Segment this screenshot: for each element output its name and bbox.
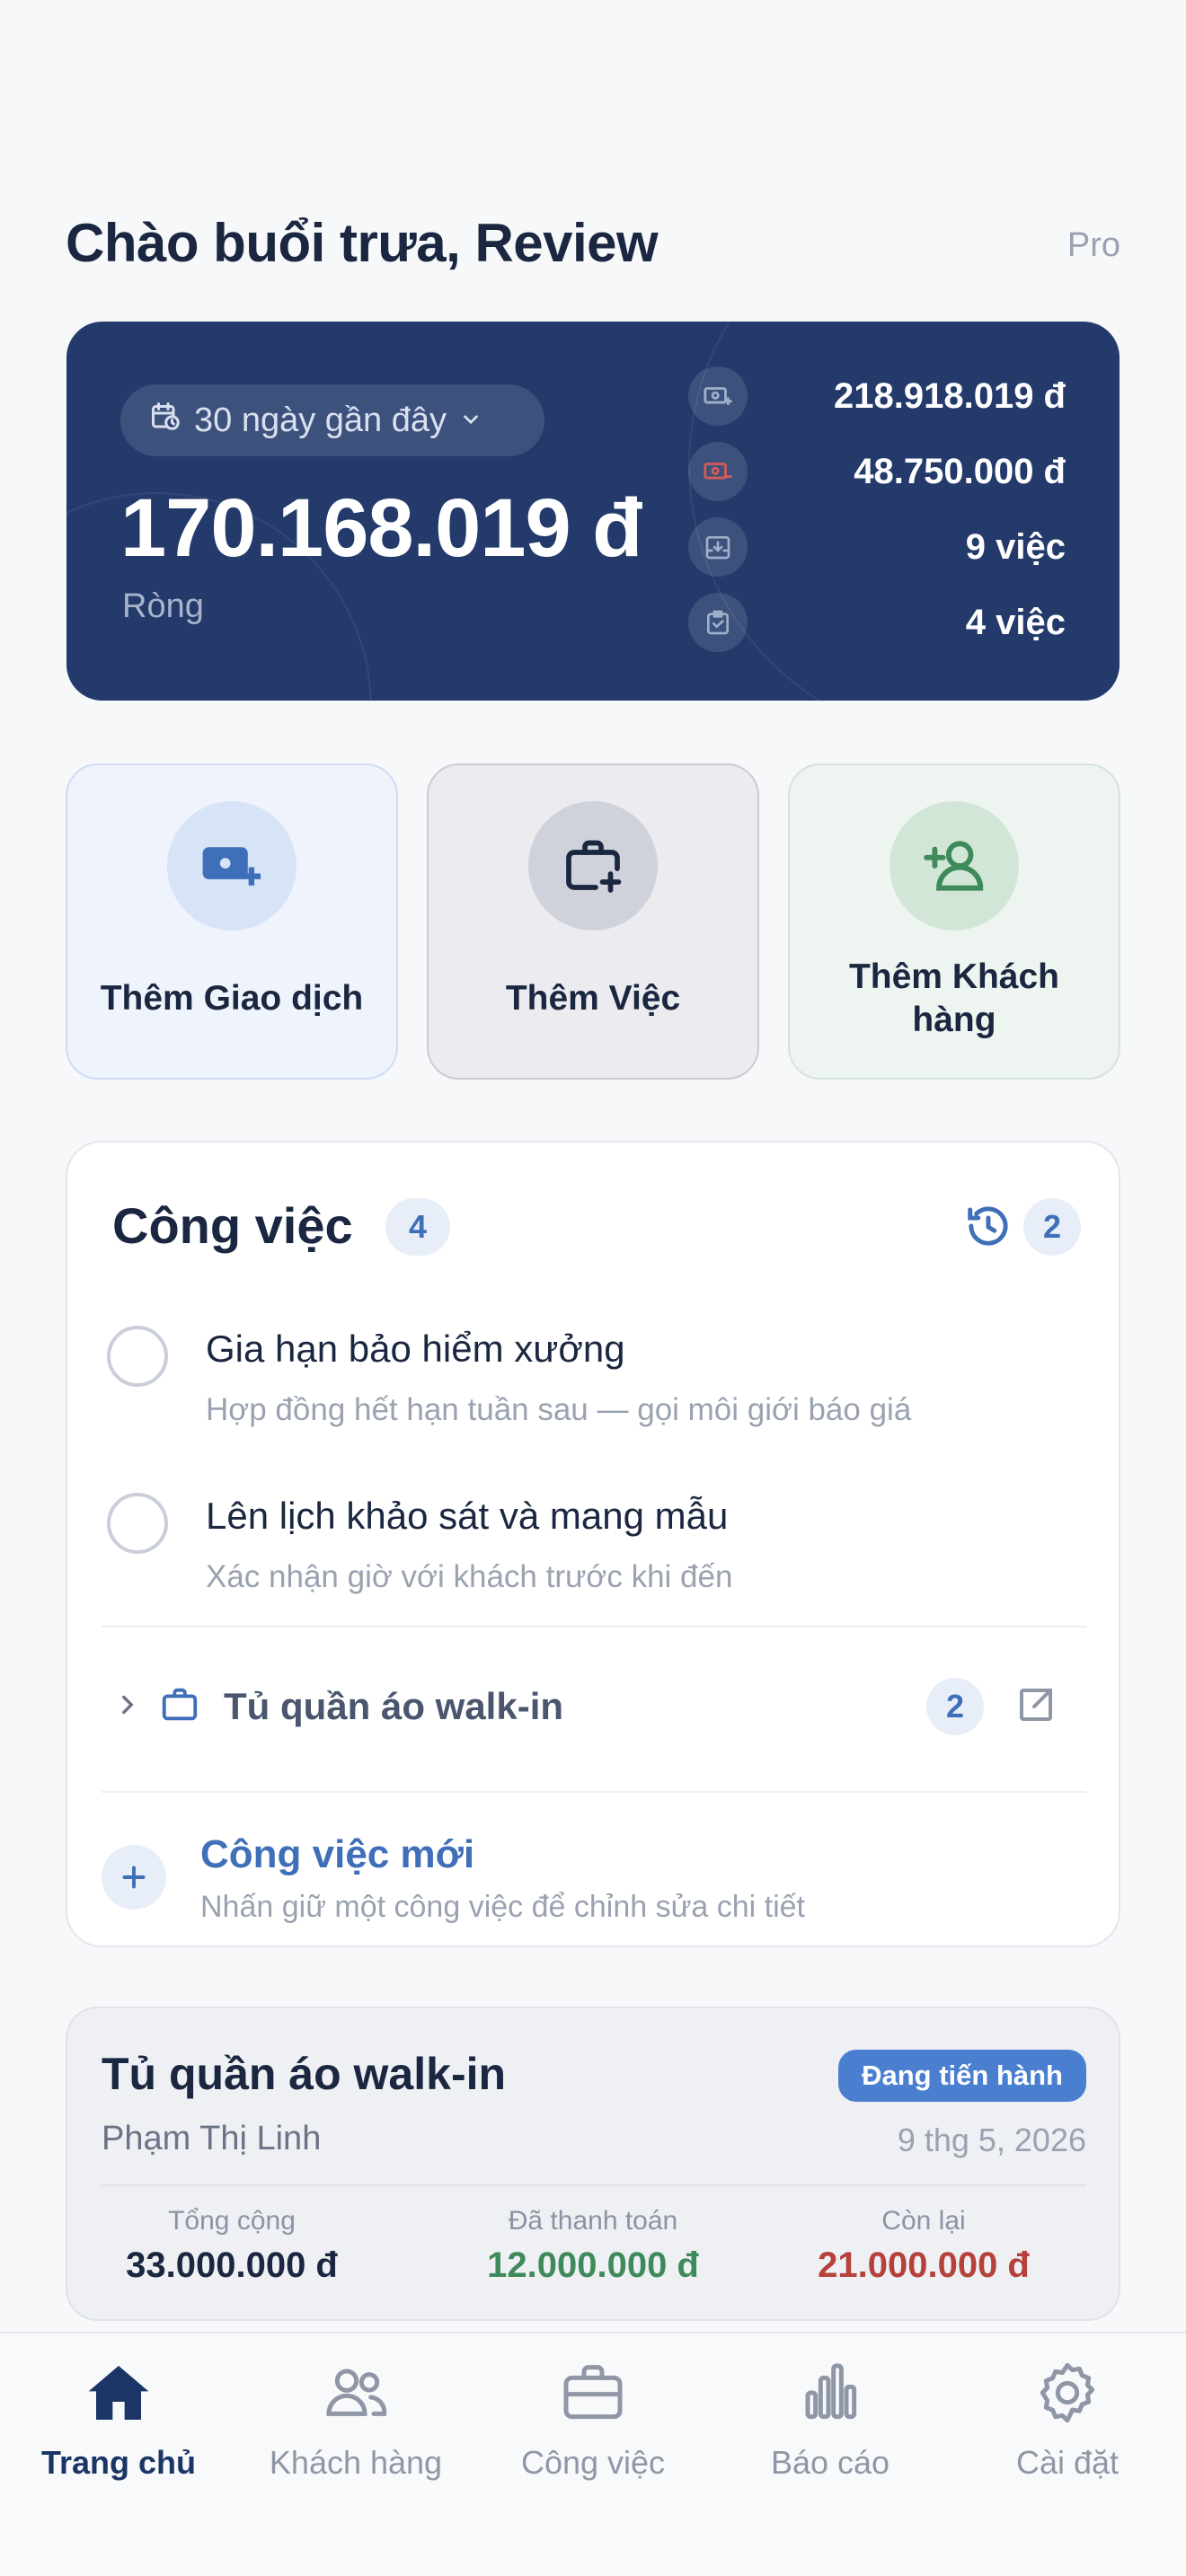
users-icon <box>320 2357 392 2433</box>
tab-settings[interactable]: Cài đặt <box>949 2357 1186 2482</box>
jobs-card: Công việc 4 2 Gia hạn bảo hiểm xưởng Hợp… <box>66 1141 1120 1947</box>
chevron-right-icon[interactable] <box>112 1689 143 1725</box>
tab-label: Trang chủ <box>40 2444 197 2481</box>
chevron-down-icon <box>459 401 495 440</box>
greeting-title: Chào buổi trưa, Review <box>66 213 659 273</box>
new-jobs-stat: 9 việc <box>688 516 1066 578</box>
money-out-icon <box>688 442 748 501</box>
paid-column: Đã thanh toán 12.000.000 đ <box>429 2206 757 2286</box>
divider <box>102 1791 1086 1793</box>
history-icon[interactable] <box>964 1202 1013 1255</box>
tab-label: Công việc <box>520 2444 666 2481</box>
bar-chart-icon <box>794 2357 866 2433</box>
jobs-title: Công việc <box>112 1197 353 1254</box>
jobs-count-badge: 4 <box>385 1198 450 1256</box>
history-count-badge: 2 <box>1023 1198 1081 1256</box>
calendar-clock-icon <box>149 400 194 441</box>
plus-icon <box>102 1845 166 1910</box>
add-transaction-label: Thêm Giao dịch <box>100 979 364 1018</box>
task-subtitle: Xác nhận giờ với khách trước khi đến <box>206 1559 733 1594</box>
inbox-download-icon <box>688 517 748 577</box>
plan-badge[interactable]: Pro <box>1067 226 1120 265</box>
tab-home[interactable]: Trang chủ <box>0 2357 237 2482</box>
divider <box>102 1626 1086 1628</box>
paid-value: 12.000.000 đ <box>487 2245 699 2285</box>
money-in-icon <box>688 366 748 426</box>
paid-label: Đã thanh toán <box>508 2206 678 2236</box>
briefcase-icon <box>159 1684 200 1730</box>
done-jobs-stat: 4 việc <box>688 591 1066 654</box>
remaining-value: 21.000.000 đ <box>818 2245 1030 2285</box>
task-subtitle: Hợp đồng hết hạn tuần sau — gọi môi giới… <box>206 1392 912 1427</box>
date-range-selector[interactable]: 30 ngày gần đây <box>120 384 544 456</box>
remaining-label: Còn lại <box>881 2206 966 2236</box>
total-value: 33.000.000 đ <box>126 2245 338 2285</box>
tab-label: Khách hàng <box>269 2444 443 2481</box>
date-range-label: 30 ngày gần đây <box>194 401 447 439</box>
task-checkbox[interactable] <box>107 1326 168 1387</box>
expense-value: 48.750.000 đ <box>854 451 1066 491</box>
divider <box>102 2184 1086 2186</box>
add-customer-button[interactable]: Thêm Khách hàng <box>788 763 1120 1080</box>
total-column: Tổng cộng 33.000.000 đ <box>67 2206 396 2286</box>
expense-stat: 48.750.000 đ <box>688 440 1066 503</box>
tab-label: Báo cáo <box>770 2444 890 2481</box>
new-jobs-value: 9 việc <box>965 526 1066 567</box>
briefcase-icon <box>557 2357 629 2433</box>
tab-label: Cài đặt <box>1015 2444 1120 2481</box>
tab-jobs[interactable]: Công việc <box>474 2357 712 2482</box>
add-money-icon <box>167 801 296 931</box>
add-transaction-button[interactable]: Thêm Giao dịch <box>66 763 398 1080</box>
project-client: Phạm Thị Linh <box>102 2120 322 2157</box>
gear-icon <box>1031 2357 1103 2433</box>
new-job-hint: Nhấn giữ một công việc để chỉnh sửa chi … <box>200 1890 805 1924</box>
project-card[interactable]: Tủ quần áo walk-in Đang tiến hành Phạm T… <box>66 2007 1120 2321</box>
task-checkbox[interactable] <box>107 1493 168 1554</box>
done-jobs-value: 4 việc <box>965 602 1066 642</box>
project-group-name: Tủ quần áo walk-in <box>224 1685 564 1727</box>
user-plus-icon <box>890 801 1019 931</box>
task-title: Lên lịch khảo sát và mang mẫu <box>206 1495 729 1537</box>
add-job-label: Thêm Việc <box>505 979 681 1018</box>
project-group-count: 2 <box>926 1678 984 1735</box>
project-date: 9 thg 5, 2026 <box>897 2122 1086 2158</box>
status-badge: Đang tiến hành <box>838 2050 1086 2102</box>
task-title: Gia hạn bảo hiểm xưởng <box>206 1328 625 1370</box>
project-title: Tủ quần áo walk-in <box>102 2049 507 2099</box>
add-customer-label: Thêm Khách hàng <box>848 957 1060 1039</box>
remaining-column: Còn lại 21.000.000 đ <box>759 2206 1088 2286</box>
briefcase-plus-icon <box>528 801 658 931</box>
summary-card: 30 ngày gần đây 170.168.019 đ Ròng 218.9… <box>66 322 1120 701</box>
new-job-label: Công việc mới <box>200 1832 475 1876</box>
home-icon <box>83 2357 155 2433</box>
net-amount: 170.168.019 đ <box>120 482 642 574</box>
tab-reports[interactable]: Báo cáo <box>712 2357 949 2482</box>
net-label: Ròng <box>122 587 204 625</box>
add-job-button[interactable]: Thêm Việc <box>427 763 759 1080</box>
tab-customers[interactable]: Khách hàng <box>237 2357 474 2482</box>
income-value: 218.918.019 đ <box>834 375 1066 416</box>
income-stat: 218.918.019 đ <box>688 365 1066 428</box>
tab-bar: Trang chủ Khách hàng Công việc Báo cáo C… <box>0 2332 1186 2576</box>
total-label: Tổng cộng <box>168 2206 296 2236</box>
clipboard-check-icon <box>688 593 748 652</box>
open-external-icon[interactable] <box>1014 1683 1058 1731</box>
